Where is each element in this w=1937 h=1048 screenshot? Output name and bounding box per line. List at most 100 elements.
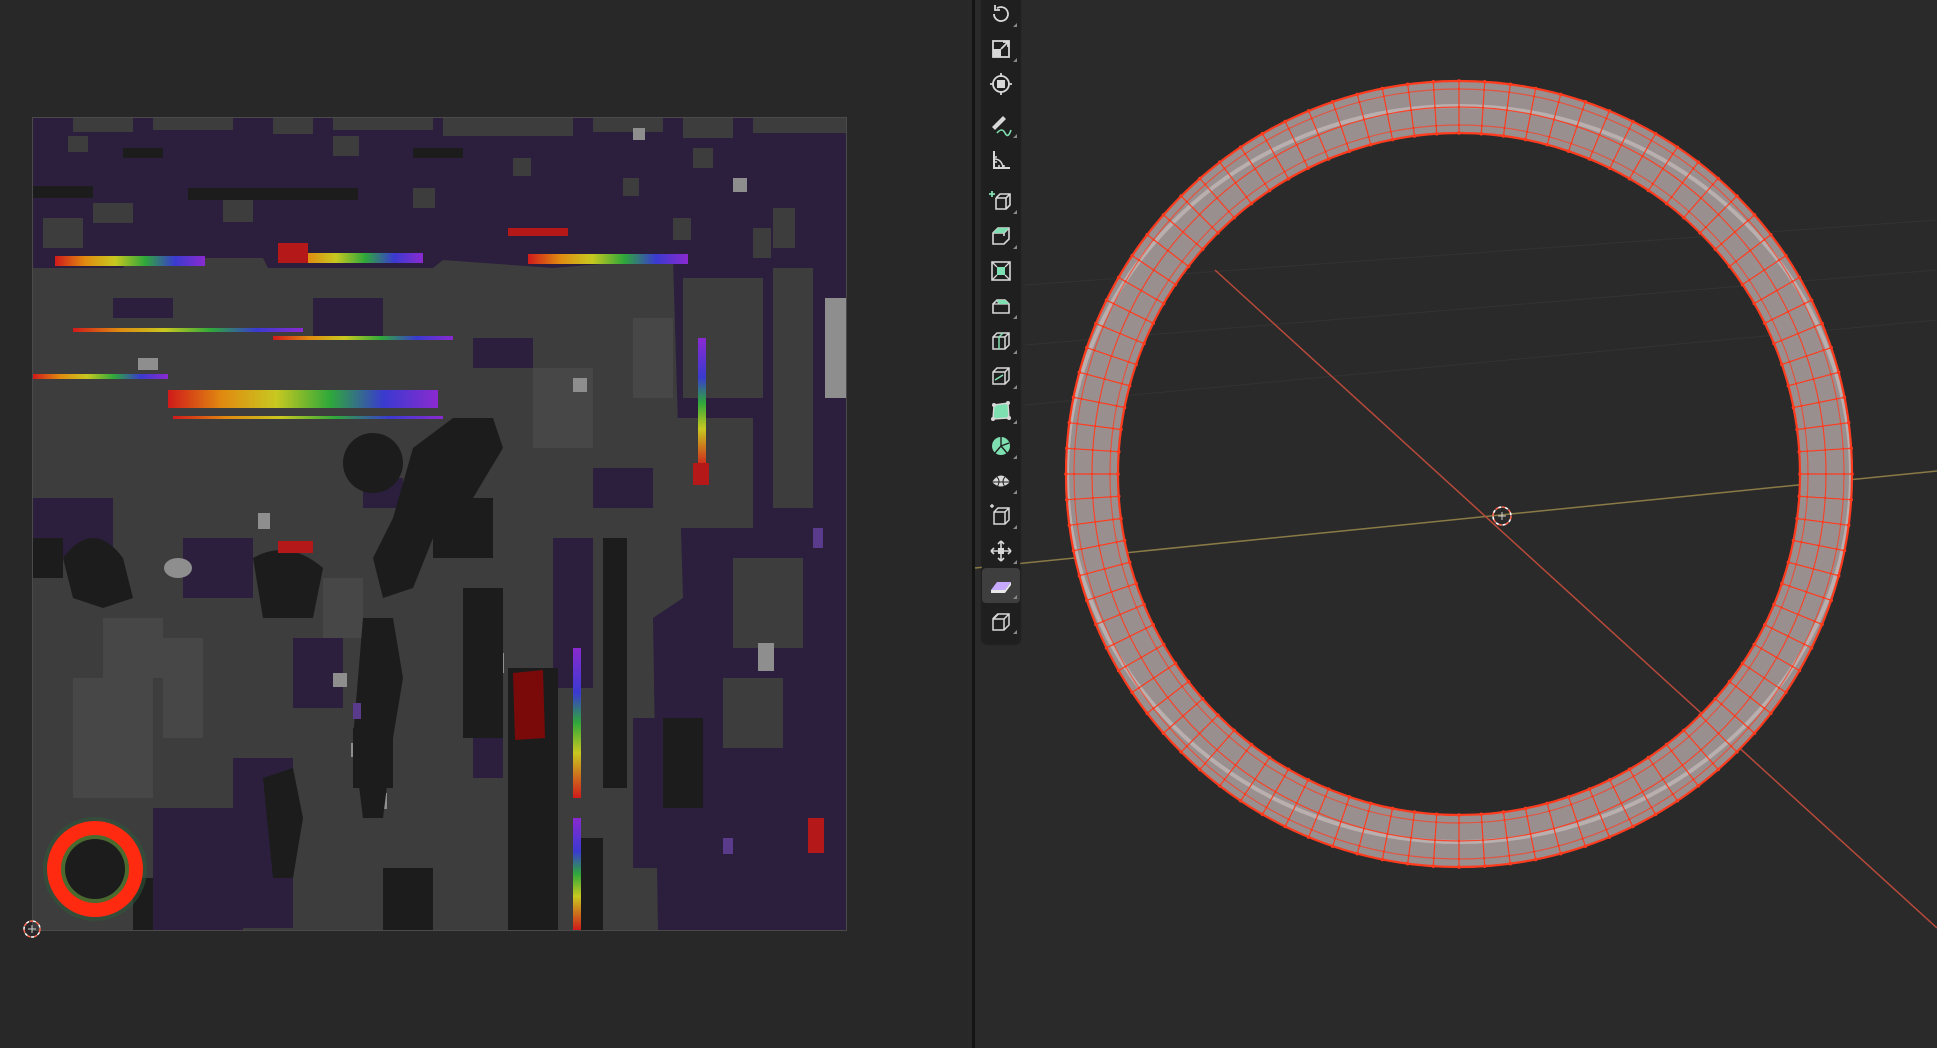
mesh-vertex — [1303, 785, 1306, 789]
mesh-vertex — [1412, 818, 1415, 822]
mesh-vertex — [1850, 472, 1854, 476]
bevel-tool[interactable] — [982, 288, 1020, 323]
mesh-vertex — [1711, 183, 1715, 186]
mesh-vertex — [1217, 160, 1222, 165]
torus-mesh[interactable] — [1064, 79, 1854, 869]
mesh-vertex — [1558, 851, 1563, 856]
mesh-vertex — [1803, 427, 1807, 430]
mesh-vertex — [1216, 231, 1220, 235]
shear-icon — [991, 581, 1011, 593]
mesh-vertex — [1094, 321, 1098, 326]
mesh-vertex — [1386, 112, 1389, 116]
mesh-vertex — [1457, 87, 1461, 91]
mesh-vertex — [1139, 289, 1143, 292]
mesh-vertex — [1324, 795, 1327, 798]
edge-slide-tool[interactable] — [982, 498, 1020, 533]
mesh-vertex — [1283, 775, 1286, 778]
mesh-vertex — [1762, 676, 1766, 680]
mesh-vertex — [1794, 382, 1798, 385]
mesh-vertex — [1161, 731, 1166, 735]
transform-tool[interactable] — [982, 66, 1020, 101]
rip-region-tool[interactable] — [982, 603, 1020, 638]
mesh-vertex — [1813, 325, 1816, 328]
mesh-vertex — [1203, 762, 1207, 765]
mesh-vertex — [1501, 810, 1506, 814]
mesh-vertex — [1306, 778, 1310, 782]
scale-tool[interactable] — [982, 31, 1020, 66]
mesh-vertex — [1368, 142, 1373, 147]
2d-cursor-icon[interactable] — [21, 918, 43, 940]
mesh-vertex — [1151, 321, 1155, 325]
mesh-vertex — [1326, 787, 1331, 791]
mesh-vertex — [1339, 125, 1343, 128]
mesh-vertex — [1775, 289, 1779, 292]
mesh-vertex — [1433, 839, 1437, 842]
mesh-vertex — [1651, 762, 1655, 766]
shrink-fatten-tool[interactable] — [982, 533, 1020, 568]
spin-tool[interactable] — [982, 428, 1020, 463]
mesh-vertex — [1849, 497, 1853, 502]
mesh-vertex — [1135, 339, 1138, 342]
mesh-vertex — [1110, 354, 1113, 358]
uv-texture-canvas[interactable] — [32, 117, 847, 931]
mesh-vertex — [1135, 606, 1138, 609]
mesh-vertex — [1355, 851, 1360, 856]
mesh-vertex — [1144, 318, 1148, 321]
mesh-vertex — [1716, 176, 1720, 181]
measure-tool[interactable] — [982, 142, 1020, 177]
mesh-vertex — [1653, 812, 1658, 817]
poly-build-tool[interactable] — [982, 393, 1020, 428]
add-cube-tool[interactable] — [982, 183, 1020, 218]
mesh-vertex — [1067, 523, 1072, 528]
mesh-vertex — [1653, 131, 1658, 136]
mesh-vertex — [1842, 548, 1847, 553]
annotate-tool[interactable] — [982, 107, 1020, 142]
mesh-vertex — [1195, 242, 1198, 246]
mesh-vertex — [1711, 762, 1715, 765]
mesh-vertex — [1777, 258, 1781, 262]
inset-faces-tool[interactable] — [982, 253, 1020, 288]
mesh-vertex — [1283, 824, 1287, 829]
mesh-vertex — [1362, 118, 1366, 121]
rotate-tool[interactable] — [982, 0, 1020, 31]
mesh-vertex — [1587, 787, 1592, 791]
mesh-vertex — [1085, 373, 1089, 376]
uv-editor[interactable] — [0, 0, 972, 1048]
mesh-vertex — [1109, 449, 1112, 453]
mesh-vertex — [1432, 856, 1436, 860]
mesh-vertex — [1144, 627, 1148, 630]
mesh-vertex — [1085, 345, 1089, 350]
mesh-vertex — [1821, 520, 1825, 524]
mesh-vertex — [1523, 137, 1528, 142]
mesh-vertex — [1216, 713, 1220, 717]
mesh-vertex — [1841, 447, 1845, 451]
shear-tool[interactable] — [982, 568, 1020, 603]
mesh-vertex — [1085, 572, 1089, 575]
smooth-tool[interactable] — [982, 463, 1020, 498]
mesh-vertex — [1203, 183, 1207, 186]
mesh-vertex — [1355, 92, 1360, 97]
mesh-vertex — [1523, 806, 1528, 811]
mesh-vertex — [1598, 811, 1601, 815]
mesh-vertex — [1641, 790, 1644, 794]
loop-cut-icon — [992, 331, 1010, 350]
3d-viewport[interactable] — [975, 0, 1937, 1048]
mesh-vertex — [1717, 213, 1720, 216]
mesh-vertex — [1283, 119, 1287, 124]
mesh-vertex — [1111, 427, 1115, 430]
mesh-vertex — [1434, 131, 1439, 136]
loop-cut-tool[interactable] — [982, 323, 1020, 358]
mesh-vertex — [1760, 647, 1763, 650]
knife-tool[interactable] — [982, 358, 1020, 393]
mesh-vertex — [1664, 201, 1669, 206]
mesh-vertex — [1103, 377, 1106, 381]
mesh-vertex — [1775, 656, 1779, 659]
mesh-vertex — [1508, 861, 1513, 866]
mesh-vertex — [1806, 449, 1809, 453]
mesh-vertex — [1800, 540, 1803, 544]
mesh-vertex — [1249, 201, 1254, 206]
mesh-vertex — [1501, 134, 1506, 138]
extrude-region-tool[interactable] — [982, 218, 1020, 253]
mesh-vertex — [1791, 665, 1794, 668]
mesh-vertex — [1820, 622, 1824, 627]
